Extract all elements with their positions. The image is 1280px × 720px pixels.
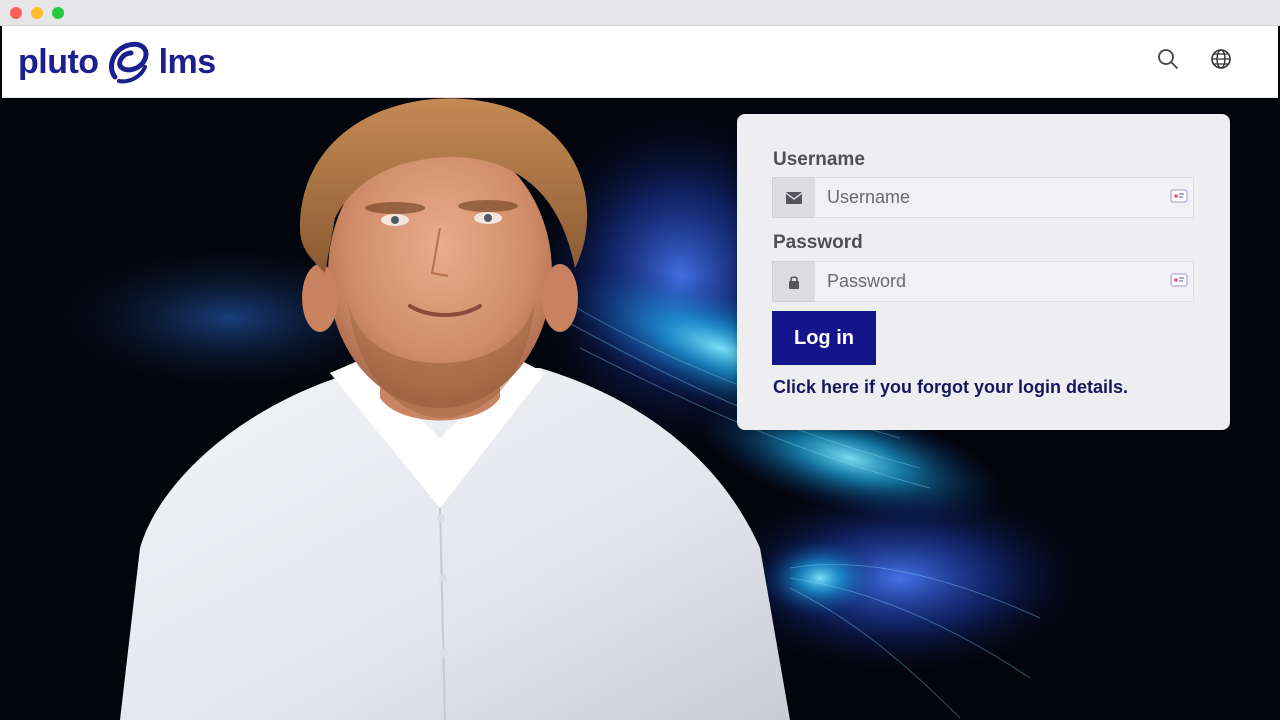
envelope-icon — [785, 191, 802, 204]
username-label: Username — [773, 149, 865, 170]
username-input-group — [772, 177, 1194, 218]
login-form: Username Password — [737, 114, 1230, 430]
search-icon — [1158, 49, 1178, 69]
username-input[interactable] — [814, 177, 1194, 218]
maximize-window-button[interactable] — [52, 7, 64, 19]
lock-icon — [788, 275, 799, 289]
password-field-wrap — [814, 261, 1194, 302]
site-header: pluto lms — [2, 26, 1278, 98]
password-input-group — [772, 261, 1194, 302]
login-button[interactable]: Log in — [772, 311, 876, 365]
app-window: pluto lms Username Username Password Log… — [0, 0, 1280, 720]
browser-titlebar — [0, 0, 1280, 26]
minimize-window-button[interactable] — [31, 7, 43, 19]
password-manager-icon[interactable] — [1170, 273, 1188, 289]
search-button[interactable] — [1155, 46, 1181, 72]
brand-name-right: lms — [158, 42, 217, 81]
pluto-swirl-logo-icon — [108, 41, 149, 84]
password-label: Password — [773, 232, 863, 253]
globe-icon — [1211, 49, 1231, 69]
username-addon — [772, 177, 814, 218]
language-button[interactable] — [1208, 46, 1234, 72]
password-input[interactable] — [814, 261, 1194, 302]
username-field-wrap — [814, 177, 1194, 218]
brand-name-left: pluto — [18, 42, 99, 81]
close-window-button[interactable] — [10, 7, 22, 19]
forgot-login-link[interactable]: Click here if you forgot your login deta… — [773, 377, 1128, 398]
password-addon — [772, 261, 814, 302]
password-manager-icon[interactable] — [1170, 189, 1188, 205]
pluto-lms-logo[interactable]: pluto lms — [18, 38, 216, 86]
